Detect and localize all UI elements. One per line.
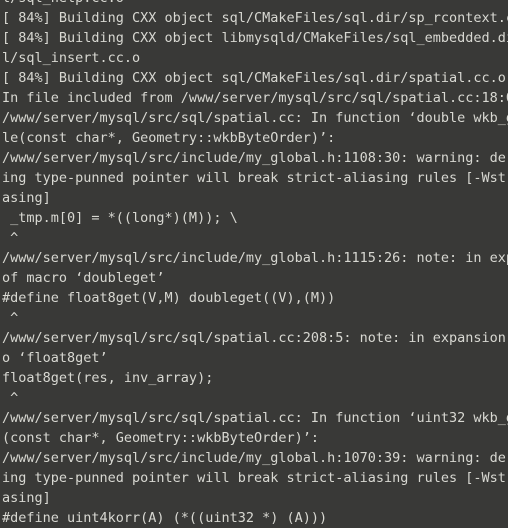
terminal-line: /www/server/mysql/src/sql/spatial.cc:208… xyxy=(2,330,506,346)
terminal-line: /www/server/mysql/src/include/my_global.… xyxy=(2,150,508,166)
terminal-line: [ 84%] Building CXX object sql/CMakeFile… xyxy=(2,70,506,86)
terminal-line: #define uint4korr(A) (*((uint32 *) (A))) xyxy=(2,510,328,526)
terminal-line: of macro ‘doubleget’ xyxy=(2,270,165,286)
terminal-line: /www/server/mysql/src/include/my_global.… xyxy=(2,450,508,466)
terminal-window[interactable]: l/sql_help.cc.o [ 84%] Building CXX objec… xyxy=(0,0,508,528)
terminal-line: In file included from /www/server/mysql/… xyxy=(2,90,508,106)
terminal-line: le(const char*, Geometry::wkbByteOrder)’… xyxy=(2,130,336,146)
terminal-line: /www/server/mysql/src/include/my_global.… xyxy=(2,250,508,266)
terminal-line: [ 84%] Building CXX object libmysqld/CMa… xyxy=(2,30,508,46)
terminal-line: o ‘float8get’ xyxy=(2,350,108,366)
terminal-line: [ 84%] Building CXX object sql/CMakeFile… xyxy=(2,10,508,26)
terminal-line: asing] xyxy=(2,190,51,206)
terminal-line: l/sql_insert.cc.o xyxy=(2,50,141,66)
terminal-line: ing type-punned pointer will break stric… xyxy=(2,470,508,486)
terminal-line: _tmp.m[0] = *((long*)(M)); \ xyxy=(2,210,238,226)
terminal-line: ^ xyxy=(2,310,19,326)
terminal-line: ^ xyxy=(2,230,19,246)
terminal-line: float8get(res, inv_array); xyxy=(2,370,214,386)
terminal-output-buffer[interactable]: l/sql_help.cc.o [ 84%] Building CXX objec… xyxy=(0,0,508,528)
terminal-line: #define float8get(V,M) doubleget((V),(M)… xyxy=(2,290,336,306)
terminal-line: ing type-punned pointer will break stric… xyxy=(2,170,508,186)
terminal-line: /www/server/mysql/src/sql/spatial.cc: In… xyxy=(2,110,508,126)
terminal-line: asing] xyxy=(2,490,51,506)
terminal-line: ^ xyxy=(2,390,19,406)
terminal-line: l/sql_help.cc.o xyxy=(2,0,508,8)
terminal-line: (const char*, Geometry::wkbByteOrder)’: xyxy=(2,430,319,446)
terminal-line: /www/server/mysql/src/sql/spatial.cc: In… xyxy=(2,410,508,426)
